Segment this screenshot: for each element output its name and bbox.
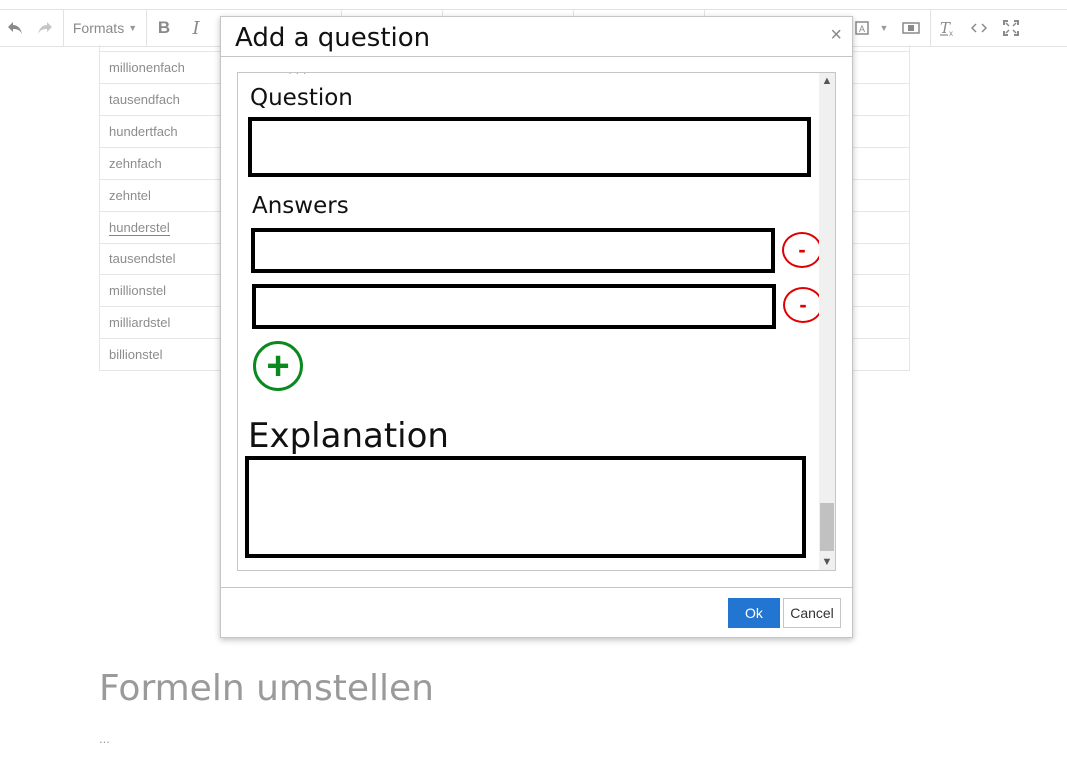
cancel-button[interactable]: Cancel bbox=[783, 598, 841, 628]
dialog-header: Add a question × bbox=[221, 17, 852, 57]
table-cell: billionstel bbox=[109, 347, 163, 362]
vertical-scrollbar[interactable]: ▲ ▼ bbox=[819, 73, 835, 570]
image-align-icon[interactable]: A bbox=[850, 10, 874, 46]
formats-dropdown[interactable]: Formats ▼ bbox=[70, 10, 140, 46]
paragraph-ellipsis: ... bbox=[99, 731, 110, 746]
answers-label: Answers bbox=[252, 193, 349, 219]
table-cell: zehntel bbox=[109, 188, 151, 203]
add-answer-button[interactable]: + bbox=[253, 341, 303, 391]
question-label: Question bbox=[250, 85, 353, 111]
toolbar-separator bbox=[146, 10, 147, 46]
table-cell: zehnfach bbox=[109, 156, 162, 171]
toolbar-separator bbox=[930, 10, 931, 46]
table-cell: hunderstel bbox=[109, 220, 170, 236]
chevron-down-icon: ▼ bbox=[128, 23, 138, 33]
formats-label: Formats bbox=[72, 20, 125, 36]
remove-answer-button[interactable]: - bbox=[782, 232, 822, 268]
scroll-up-icon[interactable]: ▲ bbox=[819, 73, 835, 89]
svg-text:A: A bbox=[859, 24, 865, 34]
bold-label: B bbox=[157, 18, 171, 37]
table-cell: tausendstel bbox=[109, 251, 176, 266]
undo-icon[interactable] bbox=[2, 10, 28, 46]
clipped-text: · · · bbox=[288, 72, 307, 79]
table-cell: millionenfach bbox=[109, 60, 185, 75]
italic-label: I bbox=[192, 17, 200, 39]
add-question-dialog: Add a question × · · · Question Answers … bbox=[220, 16, 853, 638]
question-input[interactable] bbox=[248, 117, 811, 177]
italic-button[interactable]: I bbox=[184, 10, 208, 46]
redo-icon[interactable] bbox=[32, 10, 58, 46]
clear-formatting-icon[interactable]: Tx bbox=[934, 10, 960, 46]
table-cell: hundertfach bbox=[109, 124, 178, 139]
dialog-content-frame[interactable]: · · · Question Answers - - + Explanation… bbox=[237, 72, 836, 571]
answer-input[interactable] bbox=[251, 228, 775, 273]
scrollbar-thumb[interactable] bbox=[820, 503, 834, 551]
bold-button[interactable]: B bbox=[152, 10, 176, 46]
toolbar-separator bbox=[63, 10, 64, 46]
scroll-down-icon[interactable]: ▼ bbox=[819, 554, 835, 570]
svg-text:x: x bbox=[949, 29, 953, 37]
table-cell: tausendfach bbox=[109, 92, 180, 107]
explanation-label: Explanation bbox=[248, 416, 449, 456]
dialog-footer: Ok Cancel bbox=[221, 587, 852, 638]
explanation-input[interactable] bbox=[245, 456, 806, 558]
close-icon[interactable]: × bbox=[830, 25, 842, 45]
media-icon[interactable] bbox=[898, 10, 924, 46]
remove-answer-button[interactable]: - bbox=[783, 287, 823, 323]
section-heading: Formeln umstellen bbox=[99, 668, 434, 709]
ok-button[interactable]: Ok bbox=[728, 598, 780, 628]
table-cell: millionstel bbox=[109, 283, 167, 298]
dialog-title: Add a question bbox=[235, 23, 431, 53]
source-code-icon[interactable] bbox=[966, 10, 992, 46]
answer-input[interactable] bbox=[252, 284, 776, 329]
fullscreen-icon[interactable] bbox=[998, 10, 1024, 46]
table-cell: milliardstel bbox=[109, 315, 171, 330]
chevron-down-icon[interactable]: ▼ bbox=[876, 10, 892, 46]
